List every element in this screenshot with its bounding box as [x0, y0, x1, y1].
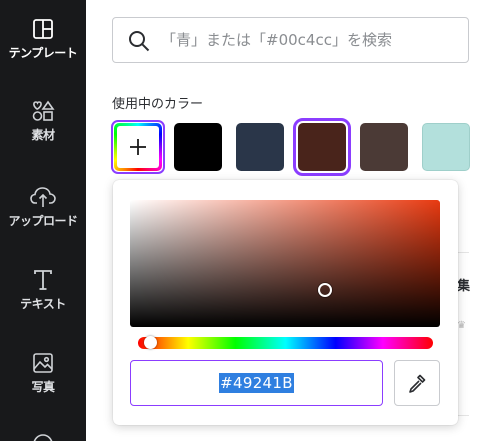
crown-icon: ♛ — [457, 320, 466, 331]
elements-icon — [32, 100, 55, 121]
hex-color-input[interactable]: #49241B — [130, 360, 383, 406]
divider — [457, 415, 469, 416]
saturation-brightness-area[interactable] — [130, 200, 440, 327]
more-icon — [33, 434, 53, 441]
search-icon — [129, 31, 150, 52]
sidebar-item-templates[interactable]: テンプレート — [0, 18, 86, 61]
sidebar-item-photos[interactable]: 写真 — [0, 352, 86, 395]
color-swatch[interactable] — [174, 123, 222, 171]
sidebar-item-label: 素材 — [31, 128, 55, 142]
plus-icon — [130, 139, 146, 155]
sidebar-item-text[interactable]: テキスト — [0, 269, 86, 312]
add-color-button[interactable] — [114, 123, 162, 171]
sidebar-item-uploads[interactable]: アップロード — [0, 186, 86, 229]
sidebar-item-more[interactable] — [0, 433, 86, 441]
text-icon — [34, 270, 52, 290]
color-selector-handle[interactable] — [318, 283, 333, 298]
side-navigation-rail: テンプレート 素材 アップロード テキスト 写真 — [0, 0, 86, 441]
eyedropper-button[interactable] — [394, 360, 440, 406]
color-swatch[interactable] — [236, 123, 284, 171]
background-heading-fragment: 集 — [457, 279, 471, 294]
eyedropper-icon — [409, 374, 426, 393]
color-swatch[interactable] — [422, 123, 470, 171]
colors-in-use-heading: 使用中のカラー — [112, 97, 204, 112]
sidebar-item-label: テンプレート — [8, 46, 78, 60]
color-swatch[interactable] — [360, 123, 408, 171]
sidebar-item-label: テキスト — [20, 297, 66, 311]
hue-slider-handle[interactable] — [143, 336, 157, 349]
hue-slider[interactable] — [138, 336, 433, 349]
sidebar-item-label: 写真 — [31, 380, 55, 394]
sidebar-item-elements[interactable]: 素材 — [0, 100, 86, 143]
divider — [457, 252, 469, 253]
search-input[interactable] — [161, 26, 461, 54]
color-search-box[interactable] — [112, 17, 469, 63]
hex-value-text: #49241B — [219, 373, 294, 393]
sidebar-item-label: アップロード — [8, 214, 78, 228]
color-picker-popover: #49241B — [113, 180, 458, 425]
color-swatch[interactable] — [293, 118, 351, 176]
template-icon — [33, 19, 53, 39]
photo-icon — [33, 353, 53, 373]
upload-cloud-icon — [30, 187, 56, 207]
